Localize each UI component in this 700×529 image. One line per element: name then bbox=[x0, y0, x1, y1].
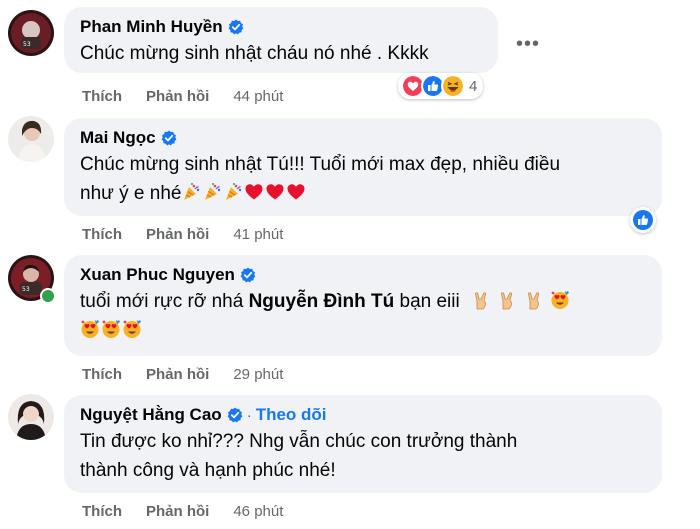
comment-bubble: Xuan Phuc Nguyen tuổi mới rực rỡ nhá Ngu… bbox=[64, 255, 662, 356]
commenter-name[interactable]: Xuan Phuc Nguyen bbox=[80, 265, 235, 285]
smiling-face-with-hearts-icon bbox=[550, 290, 570, 310]
svg-text:53: 53 bbox=[23, 41, 31, 48]
smiling-face-with-hearts-icon bbox=[101, 319, 121, 339]
comment-actions: Thích Phản hồi 41 phút bbox=[82, 226, 307, 243]
haha-icon bbox=[441, 74, 465, 98]
comment-actions: Thích Phản hồi 46 phút bbox=[82, 503, 307, 520]
red-heart-icon bbox=[244, 182, 264, 202]
comment-actions: Thích Phản hồi 29 phút bbox=[82, 366, 307, 383]
mention-link[interactable]: Nguyễn Đình Tú bbox=[249, 291, 395, 312]
like-button[interactable]: Thích bbox=[82, 503, 122, 520]
more-options-icon[interactable]: ••• bbox=[512, 28, 544, 60]
rock-on-hand-icon bbox=[524, 290, 544, 310]
commenter-name[interactable]: Phan Minh Huyền bbox=[80, 17, 223, 37]
separator-dot: · bbox=[246, 406, 252, 424]
party-popper-icon bbox=[181, 182, 201, 202]
comment-bubble: Mai Ngọc Chúc mừng sinh nhật Tú!!! Tuổi … bbox=[64, 118, 662, 216]
party-popper-icon bbox=[202, 182, 222, 202]
comment-actions: Thích Phản hồi 44 phút bbox=[82, 88, 307, 105]
reply-button[interactable]: Phản hồi bbox=[146, 226, 209, 243]
rock-on-hand-icon bbox=[471, 290, 491, 310]
verified-icon bbox=[227, 407, 243, 423]
follow-link[interactable]: Theo dõi bbox=[256, 405, 327, 425]
reaction-count: 4 bbox=[469, 77, 478, 95]
timestamp[interactable]: 44 phút bbox=[233, 88, 283, 105]
like-button[interactable]: Thích bbox=[82, 88, 122, 105]
avatar[interactable] bbox=[8, 394, 54, 440]
svg-text:53: 53 bbox=[22, 286, 30, 293]
like-reaction-badge[interactable] bbox=[630, 207, 656, 233]
reply-button[interactable]: Phản hồi bbox=[146, 503, 209, 520]
rock-on-hand-icon bbox=[497, 290, 517, 310]
reply-button[interactable]: Phản hồi bbox=[146, 366, 209, 383]
avatar[interactable]: 53 bbox=[8, 10, 54, 56]
red-heart-icon bbox=[286, 182, 306, 202]
party-popper-icon bbox=[223, 182, 243, 202]
like-button[interactable]: Thích bbox=[82, 366, 122, 383]
timestamp[interactable]: 46 phút bbox=[233, 503, 283, 520]
comment-bubble: Phan Minh Huyền Chúc mừng sinh nhật cháu… bbox=[64, 7, 498, 73]
smiling-face-with-hearts-icon bbox=[80, 319, 100, 339]
verified-icon bbox=[240, 267, 256, 283]
comment-bubble: Nguyệt Hằng Cao · Theo dõi Tin được ko n… bbox=[64, 395, 662, 493]
avatar[interactable] bbox=[8, 116, 54, 162]
comment-text: Chúc mừng sinh nhật Tú!!! Tuổi mới max đ… bbox=[80, 154, 561, 204]
like-icon bbox=[633, 210, 653, 230]
online-status-indicator bbox=[40, 288, 56, 304]
reaction-summary[interactable]: 4 bbox=[398, 73, 484, 99]
timestamp[interactable]: 29 phút bbox=[233, 366, 283, 383]
comment-text: Tin được ko nhỉ??? Nhg vẫn chúc con trưở… bbox=[80, 431, 518, 481]
red-heart-icon bbox=[265, 182, 285, 202]
smiling-face-with-hearts-icon bbox=[122, 319, 142, 339]
timestamp[interactable]: 41 phút bbox=[233, 226, 283, 243]
comment-text: tuổi mới rực rỡ nhá Nguyễn Đình Tú bạn e… bbox=[80, 287, 646, 345]
verified-icon bbox=[228, 19, 244, 35]
reply-button[interactable]: Phản hồi bbox=[146, 88, 209, 105]
commenter-name[interactable]: Mai Ngọc bbox=[80, 128, 156, 148]
commenter-name[interactable]: Nguyệt Hằng Cao bbox=[80, 405, 222, 425]
like-button[interactable]: Thích bbox=[82, 226, 122, 243]
comment-text: Chúc mừng sinh nhật cháu nó nhé . Kkkk bbox=[80, 43, 429, 64]
verified-icon bbox=[161, 130, 177, 146]
